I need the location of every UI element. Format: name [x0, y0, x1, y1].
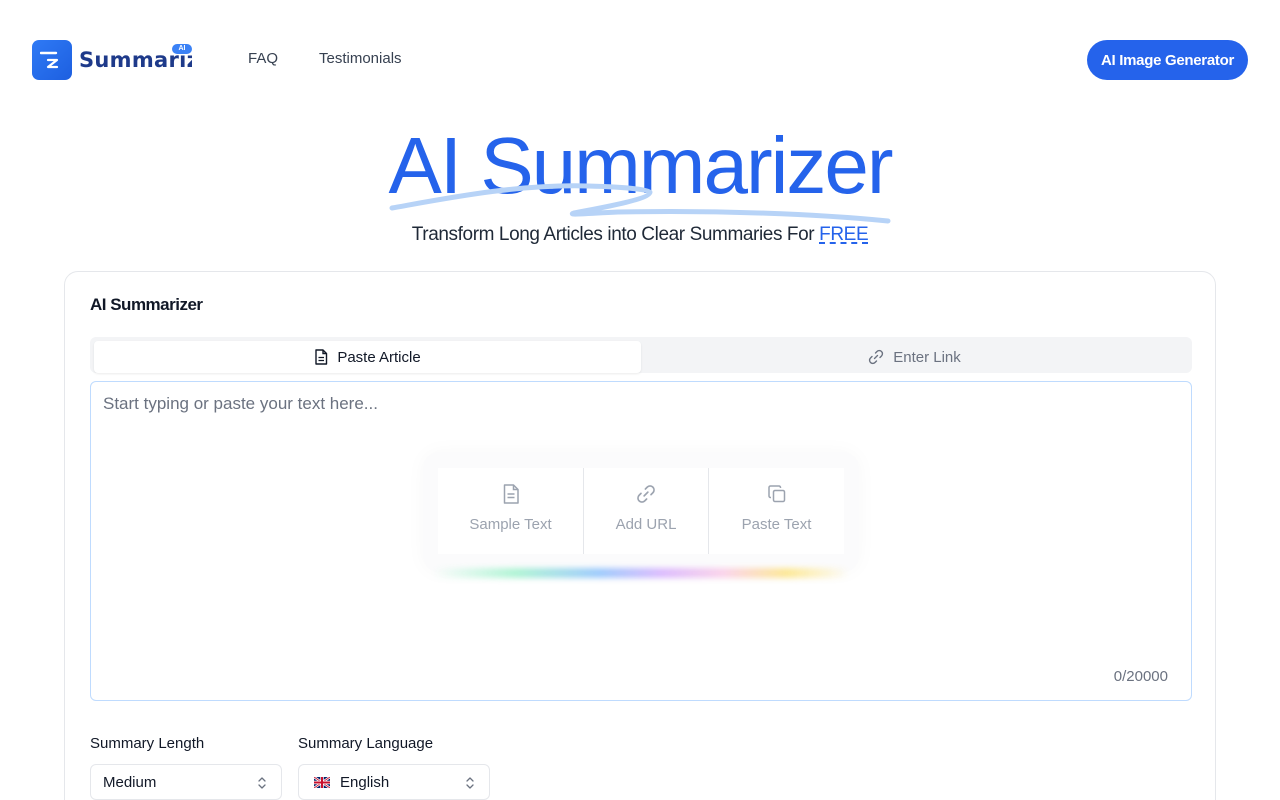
- copy-icon: [767, 485, 785, 503]
- nav-testimonials[interactable]: Testimonials: [319, 50, 402, 67]
- quick-actions: Sample Text Add URL Paste Text: [438, 468, 844, 554]
- document-icon: [315, 349, 328, 365]
- article-input-box: Sample Text Add URL Paste Text: [90, 381, 1192, 701]
- summary-language-label: Summary Language: [298, 735, 434, 752]
- card-title: AI Summarizer: [90, 295, 203, 314]
- logo-icon: [32, 40, 72, 80]
- add-url-button[interactable]: Add URL: [584, 468, 709, 554]
- summary-language-value: English: [340, 773, 390, 791]
- hero-free-highlight: FREE: [819, 224, 869, 245]
- summary-length-value: Medium: [103, 773, 157, 791]
- tab-paste-article[interactable]: Paste Article: [94, 341, 641, 373]
- add-url-label: Add URL: [615, 516, 677, 533]
- ai-image-generator-button[interactable]: AI Image Generator: [1087, 40, 1248, 80]
- logo[interactable]: Summarizer: [32, 40, 192, 80]
- input-mode-tabs: Paste Article Enter Link: [90, 337, 1192, 373]
- tab-enter-link-label: Enter Link: [893, 348, 961, 366]
- nav-faq[interactable]: FAQ: [248, 50, 278, 67]
- uk-flag-icon: [314, 776, 330, 788]
- document-icon: [503, 484, 519, 504]
- paste-text-label: Paste Text: [741, 516, 812, 533]
- sample-text-label: Sample Text: [469, 516, 552, 533]
- link-icon: [637, 485, 655, 503]
- paste-text-button[interactable]: Paste Text: [709, 468, 844, 554]
- ai-badge: AI: [172, 44, 192, 54]
- hero-subtitle-text: Transform Long Articles into Clear Summa…: [411, 224, 815, 245]
- character-counter: 0/20000: [1113, 668, 1168, 685]
- site-header: Summarizer AI FAQ Testimonials AI Image …: [0, 0, 1280, 120]
- summary-length-select[interactable]: Medium: [90, 764, 282, 800]
- title-underline-swoosh: [389, 183, 891, 224]
- rainbow-glow: [433, 568, 849, 578]
- chevron-up-down-icon: [466, 777, 474, 789]
- hero-subtitle: Transform Long Articles into Clear Summa…: [0, 224, 1280, 246]
- tab-paste-article-label: Paste Article: [337, 348, 421, 366]
- link-icon: [869, 349, 884, 365]
- sample-text-button[interactable]: Sample Text: [438, 468, 584, 554]
- tab-enter-link[interactable]: Enter Link: [641, 341, 1188, 373]
- summarizer-card: AI Summarizer Paste Article Enter Link S…: [64, 271, 1216, 800]
- chevron-up-down-icon: [258, 777, 266, 789]
- quick-actions-panel: Sample Text Add URL Paste Text: [423, 452, 859, 578]
- summary-length-label: Summary Length: [90, 735, 205, 752]
- summary-language-select[interactable]: English: [298, 764, 490, 800]
